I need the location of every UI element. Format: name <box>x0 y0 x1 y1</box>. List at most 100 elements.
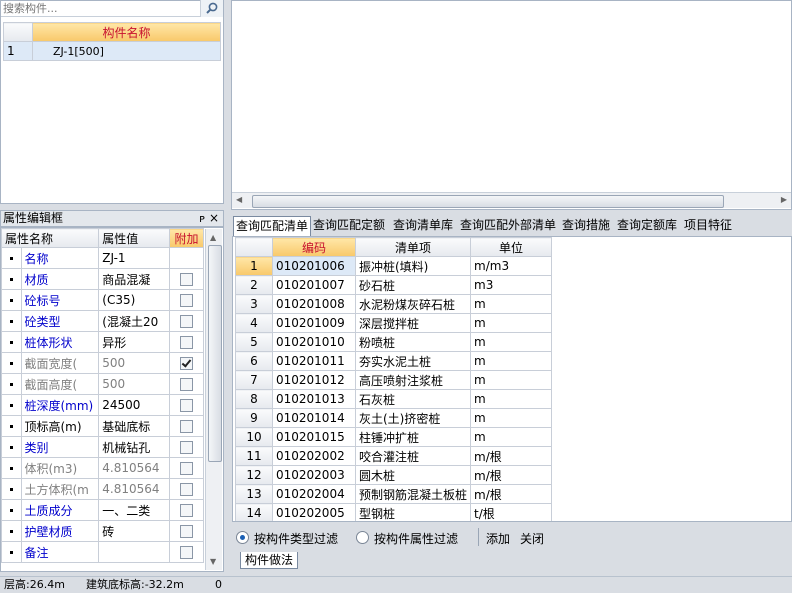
filter-by-type-radio[interactable] <box>236 531 249 544</box>
pin-icon[interactable]: ᴘ <box>199 211 205 226</box>
item-cell[interactable]: 预制钢筋混凝土板桩 <box>354 484 472 504</box>
attach-checkbox[interactable] <box>180 483 194 496</box>
table-row[interactable]: 13 010202004 预制钢筋混凝土板桩 m/根 <box>235 484 553 504</box>
attr-value-cell[interactable]: 500 <box>98 352 171 374</box>
filter-by-attr-radio[interactable] <box>356 531 369 544</box>
attr-value-cell[interactable]: ZJ-1 <box>98 247 171 269</box>
table-row[interactable]: 11 010202002 咬合灌注桩 m/根 <box>235 446 553 466</box>
attr-row[interactable]: 土质成分 一、二类 <box>1 499 204 521</box>
unit-cell[interactable]: m <box>470 370 553 390</box>
attr-scrollbar[interactable]: ▲ ▼ <box>205 229 222 570</box>
attr-row[interactable]: 截面高度(500 <box>1 373 204 395</box>
filter-by-attr-label[interactable]: 按构件属性过滤 <box>374 530 458 547</box>
attr-value-cell[interactable]: 一、二类 <box>98 499 171 521</box>
code-cell[interactable]: 010201011 <box>272 351 356 371</box>
scroll-left-icon[interactable]: ◀ <box>236 195 242 204</box>
attr-row[interactable]: 顶标高(m) 基础底标 <box>1 415 204 437</box>
item-cell[interactable]: 型钢桩 <box>354 503 472 521</box>
attr-row[interactable]: 体积(m3) 4.810564 <box>1 457 204 479</box>
attr-value-cell[interactable] <box>98 541 171 563</box>
tab-query-measures[interactable]: 查询措施 <box>562 216 610 236</box>
code-cell[interactable]: 010202004 <box>272 484 356 504</box>
tab-query-match-quota[interactable]: 查询匹配定额 <box>313 216 385 236</box>
unit-cell[interactable]: m/根 <box>470 465 553 485</box>
attr-value-cell[interactable]: 4.810564 <box>98 478 171 500</box>
table-row[interactable]: 5 010201010 粉喷桩 m <box>235 332 553 352</box>
tab-query-list-library[interactable]: 查询清单库 <box>393 216 453 236</box>
item-cell[interactable]: 粉喷桩 <box>354 332 472 352</box>
attr-row[interactable]: 备注 <box>1 541 204 563</box>
unit-cell[interactable]: m <box>470 351 553 371</box>
component-name-cell[interactable]: ZJ-1[500] <box>32 41 221 61</box>
attach-checkbox[interactable] <box>180 441 194 454</box>
attr-row[interactable]: 砼标号 (C35) <box>1 289 204 311</box>
attr-value-cell[interactable]: (C35) <box>98 289 171 311</box>
item-cell[interactable]: 圆木桩 <box>354 465 472 485</box>
attr-row[interactable]: 截面宽度(500 <box>1 352 204 374</box>
attach-checkbox[interactable] <box>180 378 194 391</box>
attr-value-cell[interactable]: 500 <box>98 373 171 395</box>
attach-checkbox[interactable] <box>180 420 194 433</box>
attr-row[interactable]: 名称 ZJ-1 <box>1 247 204 269</box>
scroll-up-icon[interactable]: ▲ <box>210 233 216 242</box>
code-cell[interactable]: 010201008 <box>272 294 356 314</box>
unit-cell[interactable]: m3 <box>470 275 553 295</box>
tab-query-external-list[interactable]: 查询匹配外部清单 <box>460 216 556 236</box>
table-row[interactable]: 12 010202003 圆木桩 m/根 <box>235 465 553 485</box>
search-input[interactable] <box>3 1 193 16</box>
code-cell[interactable]: 010202002 <box>272 446 356 466</box>
attach-checkbox[interactable] <box>180 462 194 475</box>
attr-row[interactable]: 桩体形状 异形 <box>1 331 204 353</box>
scroll-right-icon[interactable]: ▶ <box>781 195 787 204</box>
attach-checkbox[interactable] <box>180 546 194 559</box>
unit-cell[interactable]: m <box>470 313 553 333</box>
table-row[interactable]: 8 010201013 石灰桩 m <box>235 389 553 409</box>
unit-cell[interactable]: m <box>470 332 553 352</box>
code-cell[interactable]: 010201006 <box>272 256 356 276</box>
unit-cell[interactable]: m/根 <box>470 484 553 504</box>
unit-cell[interactable]: m <box>470 389 553 409</box>
code-cell[interactable]: 010201009 <box>272 313 356 333</box>
code-cell[interactable]: 010201014 <box>272 408 356 428</box>
attr-value-cell[interactable]: (混凝土20 <box>98 310 171 332</box>
code-cell[interactable]: 010201015 <box>272 427 356 447</box>
unit-cell[interactable]: m/m3 <box>470 256 553 276</box>
tab-item-features[interactable]: 项目特征 <box>684 216 732 236</box>
attr-value-cell[interactable]: 4.810564 <box>98 457 171 479</box>
attach-checkbox[interactable] <box>180 504 194 517</box>
attr-row[interactable]: 桩深度(mm) 24500 <box>1 394 204 416</box>
horizontal-scrollbar[interactable]: ◀ ▶ <box>232 192 791 208</box>
attach-checkbox[interactable] <box>180 525 194 538</box>
table-row[interactable]: 6 010201011 夯实水泥土桩 m <box>235 351 553 371</box>
search-button[interactable] <box>200 0 223 17</box>
item-cell[interactable]: 石灰桩 <box>354 389 472 409</box>
table-row[interactable]: 10 010201015 柱锤冲扩桩 m <box>235 427 553 447</box>
attr-value-cell[interactable]: 商品混凝 <box>98 268 171 290</box>
code-cell[interactable]: 010202003 <box>272 465 356 485</box>
item-cell[interactable]: 灰土(土)挤密桩 <box>354 408 472 428</box>
table-row[interactable]: 3 010201008 水泥粉煤灰碎石桩 m <box>235 294 553 314</box>
close-icon[interactable]: × <box>209 211 219 226</box>
scroll-down-icon[interactable]: ▼ <box>210 557 216 566</box>
item-cell[interactable]: 柱锤冲扩桩 <box>354 427 472 447</box>
unit-cell[interactable]: m/根 <box>470 446 553 466</box>
horizontal-scroll-thumb[interactable] <box>252 195 724 208</box>
code-cell[interactable]: 010202005 <box>272 503 356 521</box>
attach-checkbox[interactable] <box>180 315 194 328</box>
code-cell[interactable]: 010201010 <box>272 332 356 352</box>
attach-checkbox[interactable] <box>180 336 194 349</box>
add-button[interactable]: 添加 <box>486 530 510 547</box>
unit-cell[interactable]: t/根 <box>470 503 553 521</box>
item-cell[interactable]: 水泥粉煤灰碎石桩 <box>354 294 472 314</box>
code-cell[interactable]: 010201007 <box>272 275 356 295</box>
attr-row[interactable]: 砼类型 (混凝土20 <box>1 310 204 332</box>
item-cell[interactable]: 深层搅拌桩 <box>354 313 472 333</box>
attr-value-cell[interactable]: 机械钻孔 <box>98 436 171 458</box>
attr-row[interactable]: 护壁材质砖 <box>1 520 204 542</box>
item-cell[interactable]: 砂石桩 <box>354 275 472 295</box>
attach-checkbox[interactable] <box>180 273 194 286</box>
table-row[interactable]: 4 010201009 深层搅拌桩 m <box>235 313 553 333</box>
table-row[interactable]: 1 010201006 振冲桩(填料) m/m3 <box>235 256 553 276</box>
attr-value-cell[interactable]: 异形 <box>98 331 171 353</box>
tab-query-quota-library[interactable]: 查询定额库 <box>617 216 677 236</box>
